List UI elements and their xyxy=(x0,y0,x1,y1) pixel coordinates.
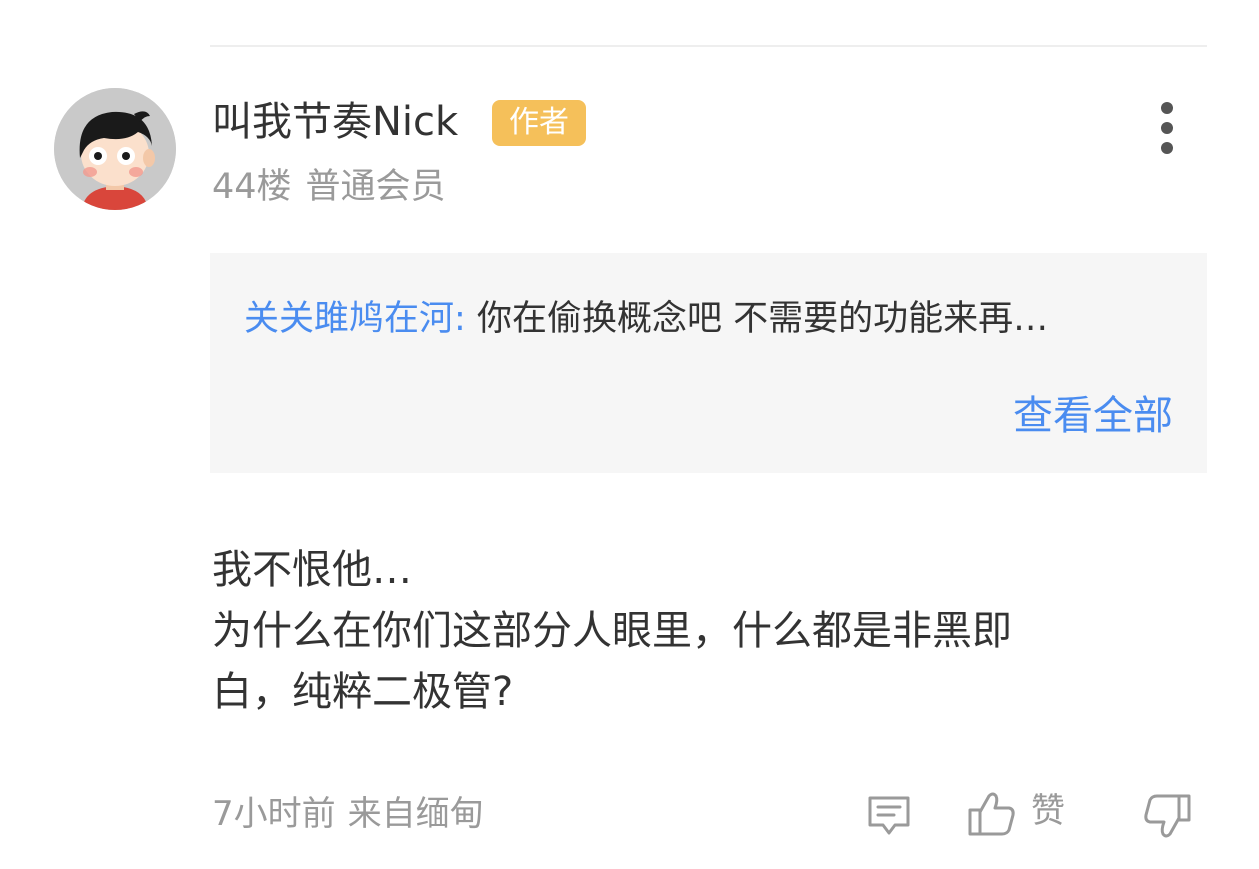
username[interactable]: 叫我节奏Nick xyxy=(212,98,458,146)
quote-line: 关关雎鸠在河: 你在偷换概念吧 不需要的功能来再… xyxy=(244,296,1174,342)
post-source: 来自缅甸 xyxy=(347,794,484,834)
dislike-button[interactable] xyxy=(1142,792,1192,840)
quoted-reply[interactable]: 关关雎鸠在河: 你在偷换概念吧 不需要的功能来再… 查看全部 xyxy=(210,253,1207,473)
author-badge: 作者 xyxy=(492,100,586,146)
cartoon-avatar-icon xyxy=(54,88,176,210)
reply-button[interactable] xyxy=(865,793,913,839)
more-options-button[interactable] xyxy=(1148,100,1186,156)
comment-line: 为什么在你们这部分人眼里，什么都是非黑即 xyxy=(212,608,1012,654)
ellipsis-dot xyxy=(1161,122,1173,134)
like-label: 赞 xyxy=(1031,791,1065,831)
post-time: 7小时前 xyxy=(212,794,336,834)
vertical-ellipsis-icon xyxy=(1161,102,1173,114)
floor-and-level: 44楼 普通会员 xyxy=(212,165,446,209)
thumbs-down-icon xyxy=(1144,794,1191,838)
comment-line: 我不恨他… xyxy=(212,547,412,593)
thumbs-up-icon xyxy=(968,792,1015,836)
view-all-link[interactable]: 查看全部 xyxy=(1013,391,1173,441)
ellipsis-dot xyxy=(1161,142,1173,154)
floor-number: 44楼 xyxy=(212,167,292,207)
quote-author[interactable]: 关关雎鸠在河: xyxy=(244,299,466,339)
comment-icon xyxy=(868,796,910,835)
quote-text: 你在偷换概念吧 不需要的功能来再… xyxy=(476,299,1049,339)
like-button[interactable]: 赞 xyxy=(967,790,1065,838)
top-divider xyxy=(210,45,1207,47)
comment-body: 我不恨他… 为什么在你们这部分人眼里，什么都是非黑即 白，纯粹二极管? xyxy=(212,540,1202,723)
post-meta: 7小时前 来自缅甸 xyxy=(212,792,484,836)
avatar[interactable] xyxy=(54,88,176,210)
member-level: 普通会员 xyxy=(305,167,446,207)
comment-line: 白，纯粹二极管? xyxy=(212,669,514,715)
